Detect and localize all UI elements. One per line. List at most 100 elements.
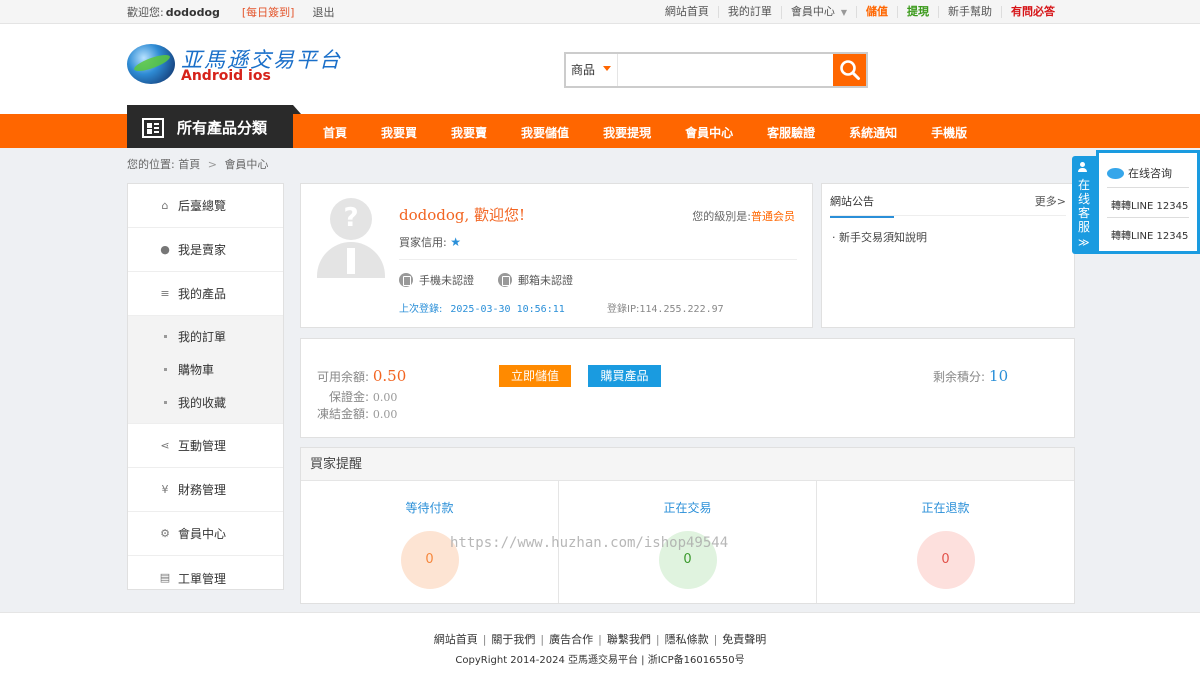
- topbar-help-link[interactable]: 新手幫助: [938, 6, 1001, 18]
- verification-status: 手機未認證 郵箱未認證: [399, 272, 597, 288]
- welcome-prefix: 歡迎您:: [127, 6, 164, 19]
- level-label: 您的級別是:: [692, 210, 751, 223]
- username[interactable]: dododog: [166, 6, 220, 19]
- login-ip-value: 114.255.222.97: [639, 304, 724, 315]
- search-input[interactable]: [620, 56, 830, 84]
- sidebar-sub-favorites[interactable]: 我的收藏: [128, 386, 283, 419]
- logout-link[interactable]: 退出: [312, 4, 334, 20]
- balance-panel: 可用余額: 0.50 保證金: 0.00 凍結金額: 0.00 立即儲值 購買產…: [300, 338, 1075, 438]
- sidebar-item-tickets[interactable]: ▤ 工單管理: [128, 556, 283, 600]
- sidebar-item-seller[interactable]: ● 我是賣家: [128, 228, 283, 272]
- sidebar-item-member[interactable]: ⚙ 會員中心: [128, 512, 283, 556]
- sidebar-item-finance[interactable]: ¥ 財務管理: [128, 468, 283, 512]
- header: 亚馬遜交易平台 Android ios 商品: [0, 24, 1200, 114]
- phone-verify-link[interactable]: 手機未認證: [399, 272, 474, 288]
- footer-link-about[interactable]: 關于我們: [491, 633, 535, 646]
- topbar-withdraw-link[interactable]: 提現: [897, 6, 938, 18]
- buyer-reminder-panel: 買家提醒 等待付款 0 正在交易 0 正在退款 0: [300, 447, 1075, 604]
- sidebar: ⌂ 后臺總覽 ● 我是賣家 ≡ 我的產品 我的訂單 購物車 我的收藏 ⋖ 互動管理 ¥ 財…: [127, 183, 284, 590]
- reminder-title: 買家提醒: [301, 448, 1074, 481]
- sidebar-submenu: 我的訂單 購物車 我的收藏: [128, 316, 283, 424]
- yen-icon: ¥: [161, 482, 169, 496]
- sidebar-item-my-products[interactable]: ≡ 我的產品: [128, 272, 283, 316]
- breadcrumb-current: 會員中心: [224, 158, 269, 171]
- chat-bubble-icon: [1107, 167, 1124, 179]
- footer-link-privacy[interactable]: 隱私條款: [665, 633, 709, 646]
- sidebar-item-interaction[interactable]: ⋖ 互動管理: [128, 424, 283, 468]
- online-service-tab[interactable]: 在线客服 ≫: [1072, 156, 1096, 254]
- recharge-button[interactable]: 立即儲值: [499, 365, 571, 387]
- service-divider: [1107, 217, 1189, 218]
- gear-icon: ⚙: [160, 526, 170, 540]
- footer-links: 網站首頁 | 關于我們 | 廣告合作 | 聯繫我們 | 隱私條款 | 免責聲明: [0, 631, 1200, 647]
- sidebar-item-label: 我的產品: [178, 287, 227, 301]
- nav-item-home[interactable]: 首頁: [306, 114, 364, 148]
- service-contact-2[interactable]: 轉轉LINE 12345: [1111, 227, 1188, 242]
- footer-link-ads[interactable]: 廣告合作: [549, 633, 593, 646]
- deposit-value: 0.00: [372, 391, 398, 404]
- checkin-link[interactable]: [每日簽到]: [242, 4, 295, 20]
- notice-item[interactable]: · 新手交易須知說明: [832, 229, 927, 245]
- buy-product-button[interactable]: 購買產品: [588, 365, 661, 387]
- user-icon: ●: [160, 242, 170, 256]
- search-category-select[interactable]: 商品: [566, 54, 618, 86]
- login-ip: 登錄IP:114.255.222.97: [607, 300, 724, 315]
- topbar-home-link[interactable]: 網站首頁: [656, 6, 718, 18]
- last-login-label: 上次登錄:: [399, 304, 443, 315]
- site-logo[interactable]: 亚馬遜交易平台 Android ios: [127, 44, 352, 88]
- topbar-faq-link[interactable]: 有問必答: [1001, 6, 1064, 18]
- service-header: 在线咨询: [1107, 165, 1172, 181]
- reminder-count[interactable]: 0: [916, 531, 975, 589]
- all-categories-button[interactable]: 所有產品分類: [127, 105, 301, 148]
- nav-item-service-verify[interactable]: 客服驗證: [750, 114, 832, 148]
- welcome-message: dododog, 歡迎您!: [399, 206, 526, 224]
- footer-copyright: CopyRight 2014-2024 亞馬遜交易平台 | 浙ICP备16016…: [455, 655, 745, 666]
- reminder-label: 等待付款: [405, 501, 454, 515]
- caret-down-icon: [603, 66, 611, 71]
- frozen-value: 0.00: [372, 408, 398, 421]
- nav-item-withdraw[interactable]: 我要提現: [586, 114, 668, 148]
- nav-item-mobile[interactable]: 手機版: [914, 114, 984, 148]
- member-level: 您的級別是:普通会员: [692, 208, 795, 224]
- nav-item-sell[interactable]: 我要賣: [434, 114, 504, 148]
- avatar[interactable]: ?: [317, 198, 385, 278]
- sidebar-item-overview[interactable]: ⌂ 后臺總覽: [128, 184, 283, 228]
- footer-link-home[interactable]: 網站首頁: [434, 633, 478, 646]
- topbar-orders-link[interactable]: 我的訂單: [717, 6, 781, 18]
- footer-link-disclaimer[interactable]: 免責聲明: [722, 633, 766, 646]
- sidebar-sub-cart[interactable]: 購物車: [128, 353, 283, 386]
- search-category-label: 商品: [571, 63, 596, 77]
- nav-item-notice[interactable]: 系統通知: [832, 114, 914, 148]
- points-value: 10: [989, 367, 1009, 385]
- nav-item-buy[interactable]: 我要買: [364, 114, 434, 148]
- service-divider: [1107, 187, 1189, 188]
- globe-logo-icon: [127, 44, 175, 84]
- email-verify-link[interactable]: 郵箱未認證: [498, 272, 573, 288]
- notice-more-link[interactable]: 更多>: [1035, 193, 1066, 209]
- search-box: 商品: [564, 52, 868, 88]
- footer-separator: |: [482, 633, 487, 646]
- breadcrumb-label: 您的位置:: [127, 158, 175, 171]
- topbar-member-link[interactable]: 會員中心 ▼: [780, 5, 856, 19]
- nav-item-member[interactable]: 會員中心: [668, 114, 750, 148]
- nav-item-recharge[interactable]: 我要儲值: [504, 114, 586, 148]
- avatar-head: ?: [330, 198, 372, 240]
- last-login-time: 2025-03-30 10:56:11: [450, 304, 565, 315]
- topbar-recharge-link[interactable]: 儲值: [856, 6, 897, 18]
- share-icon: ⋖: [160, 438, 170, 452]
- buyer-credit: 買家信用: ★: [399, 234, 461, 250]
- level-value[interactable]: 普通会员: [751, 210, 795, 223]
- search-button[interactable]: [833, 54, 866, 86]
- footer-link-contact[interactable]: 聯繫我們: [607, 633, 651, 646]
- available-value: 0.50: [372, 367, 407, 385]
- footer: 網站首頁 | 關于我們 | 廣告合作 | 聯繫我們 | 隱私條款 | 免責聲明 CopyRight …: [0, 612, 1200, 682]
- list-icon: ≡: [160, 286, 170, 300]
- reminder-refunding[interactable]: 正在退款 0: [817, 481, 1074, 603]
- breadcrumb-home[interactable]: 首頁: [178, 158, 200, 171]
- service-contact-1[interactable]: 轉轉LINE 12345: [1111, 197, 1188, 212]
- available-label: 可用余額:: [317, 370, 370, 384]
- nav-items: 首頁 我要買 我要賣 我要儲值 我要提現 會員中心 客服驗證 系統通知 手機版: [306, 114, 984, 148]
- profile-divider: [399, 259, 797, 260]
- footer-separator: |: [655, 633, 660, 646]
- sidebar-sub-orders[interactable]: 我的訂單: [128, 320, 283, 353]
